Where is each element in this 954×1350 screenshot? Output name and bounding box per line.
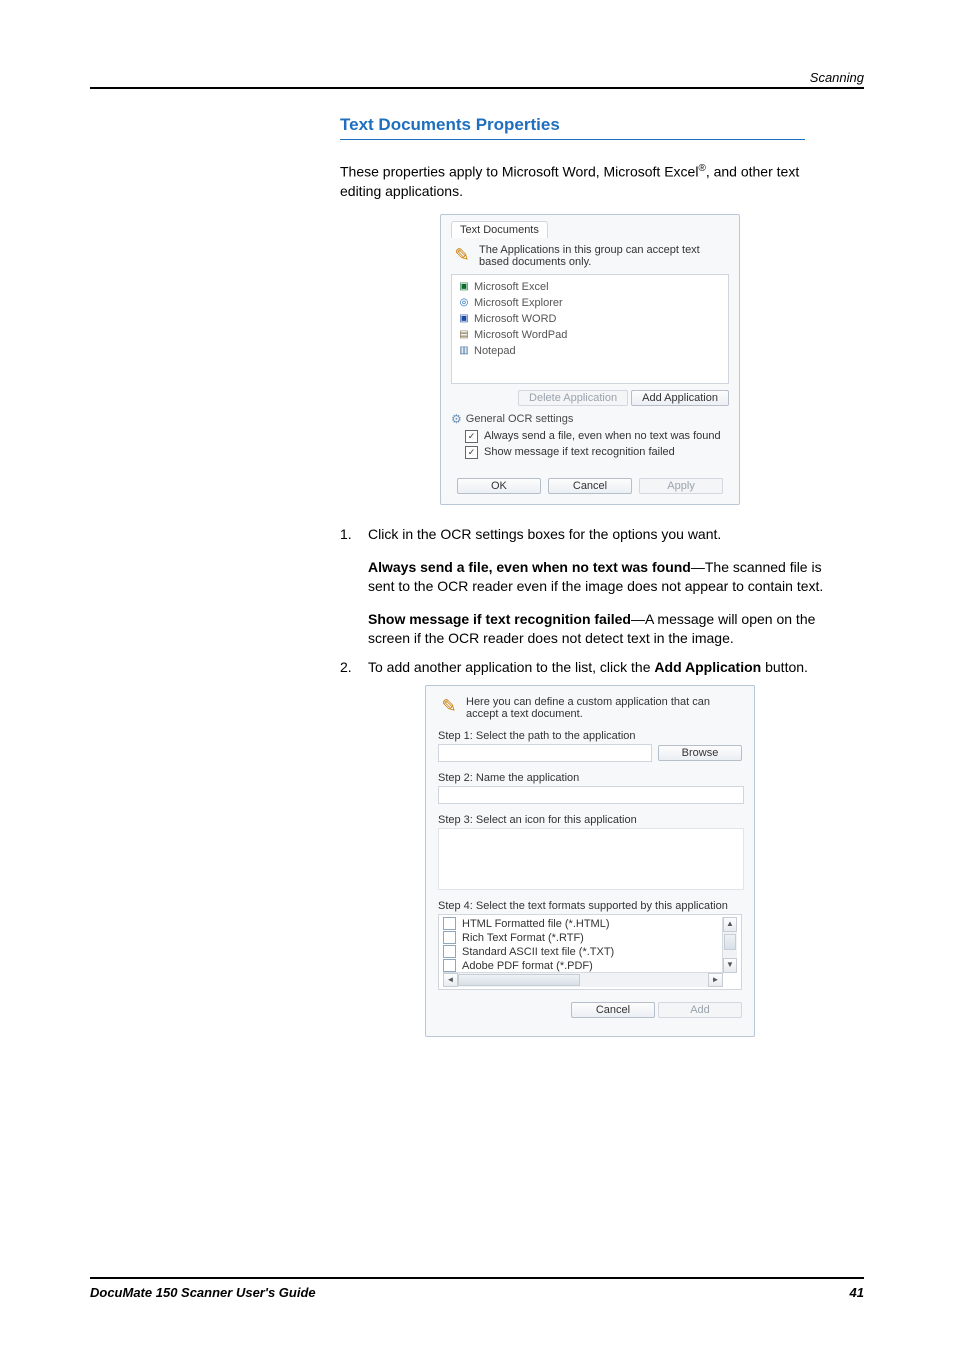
delete-application-button[interactable]: Delete Application (518, 390, 628, 406)
list-item-label: Microsoft Explorer (474, 295, 563, 311)
list-item: ▥ Notepad (458, 343, 722, 359)
tab-strip: Text Documents (451, 221, 729, 238)
list-item: ▤ Microsoft WordPad (458, 327, 722, 343)
format-row: Rich Text Format (*.RTF) (443, 931, 723, 945)
header-rule (90, 87, 864, 89)
horizontal-scrollbar[interactable]: ◄ ► (443, 972, 723, 987)
step2-bold: Add Application (654, 659, 761, 675)
reg-mark: ® (698, 163, 705, 174)
checkbox-label: Show message if text recognition failed (484, 444, 675, 460)
footer-title: DocuMate 150 Scanner User's Guide (90, 1285, 316, 1300)
section-intro: These properties apply to Microsoft Word… (340, 162, 840, 200)
section-rule (340, 139, 805, 140)
step-text-1: Click in the OCR settings boxes for the … (368, 525, 840, 544)
wordpad-icon: ▤ (458, 329, 470, 341)
step1-label: Step 1: Select the path to the applicati… (438, 730, 742, 742)
applications-listbox[interactable]: ▣ Microsoft Excel ◎ Microsoft Explorer ▣ Mi… (451, 274, 729, 384)
notepad-icon: ▥ (458, 345, 470, 357)
scroll-up-icon[interactable]: ▲ (723, 917, 737, 932)
gear-icon: ⚙ (451, 412, 462, 426)
cancel-button[interactable]: Cancel (571, 1002, 655, 1018)
step-number-1: 1. (340, 525, 368, 544)
info-icon: ✎ (438, 696, 460, 718)
step2-post: button. (761, 659, 808, 675)
excel-icon: ▣ (458, 281, 470, 293)
footer-rule (90, 1277, 864, 1279)
add-button[interactable]: Add (658, 1002, 742, 1018)
vertical-scrollbar[interactable]: ▲ ▼ (722, 917, 737, 973)
application-path-input[interactable] (438, 744, 652, 762)
format-label: Standard ASCII text file (*.TXT) (462, 945, 614, 959)
text-documents-dialog: Text Documents ✎ The Applications in thi… (440, 214, 740, 505)
scroll-thumb[interactable] (724, 934, 736, 950)
browse-button[interactable]: Browse (658, 745, 742, 761)
format-checkbox[interactable] (443, 945, 456, 958)
format-label: HTML Formatted file (*.HTML) (462, 917, 610, 931)
step4-label: Step 4: Select the text formats supporte… (438, 900, 742, 912)
scroll-left-icon[interactable]: ◄ (443, 973, 458, 987)
section-title: Text Documents Properties (340, 115, 840, 135)
ocr-settings-group: ⚙ General OCR settings (451, 412, 729, 426)
format-checkbox[interactable] (443, 917, 456, 930)
step2-label: Step 2: Name the application (438, 772, 742, 784)
icon-select-area[interactable] (438, 828, 744, 890)
list-item-label: Microsoft WORD (474, 311, 557, 327)
step-number-2: 2. (340, 658, 368, 677)
step2-pre: To add another application to the list, … (368, 659, 654, 675)
formats-listbox[interactable]: HTML Formatted file (*.HTML) Rich Text F… (438, 914, 742, 990)
checkbox-show-message[interactable]: ✓ (465, 446, 478, 459)
add-application-button[interactable]: Add Application (631, 390, 729, 406)
list-item-label: Microsoft WordPad (474, 327, 567, 343)
list-item: ◎ Microsoft Explorer (458, 295, 722, 311)
cancel-button[interactable]: Cancel (548, 478, 632, 494)
scroll-right-icon[interactable]: ► (708, 973, 723, 987)
list-item-label: Notepad (474, 343, 516, 359)
checkbox-label: Always send a file, even when no text wa… (484, 428, 721, 444)
scroll-down-icon[interactable]: ▼ (723, 958, 737, 973)
format-row: HTML Formatted file (*.HTML) (443, 917, 723, 931)
word-icon: ▣ (458, 313, 470, 325)
dialog2-info-text: Here you can define a custom application… (466, 696, 742, 720)
intro-text-pre: These properties apply to Microsoft Word… (340, 164, 698, 180)
option-always-send: Always send a file, even when no text wa… (368, 558, 840, 596)
hscroll-thumb[interactable] (458, 974, 580, 986)
list-item: ▣ Microsoft WORD (458, 311, 722, 327)
ocr-group-label: General OCR settings (466, 413, 574, 425)
format-row: Adobe PDF format (*.PDF) (443, 959, 723, 973)
dialog1-info-text: The Applications in this group can accep… (479, 244, 729, 268)
tab-text-documents[interactable]: Text Documents (451, 221, 548, 238)
add-application-dialog: ✎ Here you can define a custom applicati… (425, 685, 755, 1037)
page-footer: DocuMate 150 Scanner User's Guide 41 (90, 1277, 864, 1300)
application-name-input[interactable] (438, 786, 744, 804)
format-row: Standard ASCII text file (*.TXT) (443, 945, 723, 959)
checkbox-always-send[interactable]: ✓ (465, 430, 478, 443)
info-icon: ✎ (451, 244, 473, 266)
option-always-send-bold: Always send a file, even when no text wa… (368, 559, 691, 575)
ok-button[interactable]: OK (457, 478, 541, 494)
ie-icon: ◎ (458, 297, 470, 309)
apply-button[interactable]: Apply (639, 478, 723, 494)
format-checkbox[interactable] (443, 959, 456, 972)
option-show-message: Show message if text recognition failed—… (368, 610, 840, 648)
option-show-message-bold: Show message if text recognition failed (368, 611, 631, 627)
list-item: ▣ Microsoft Excel (458, 279, 722, 295)
format-checkbox[interactable] (443, 931, 456, 944)
format-label: Adobe PDF format (*.PDF) (462, 959, 593, 973)
page-number: 41 (850, 1285, 864, 1300)
step3-label: Step 3: Select an icon for this applicat… (438, 814, 742, 826)
format-label: Rich Text Format (*.RTF) (462, 931, 584, 945)
step-text-2: To add another application to the list, … (368, 658, 840, 677)
list-item-label: Microsoft Excel (474, 279, 549, 295)
running-header: Scanning (90, 70, 864, 85)
